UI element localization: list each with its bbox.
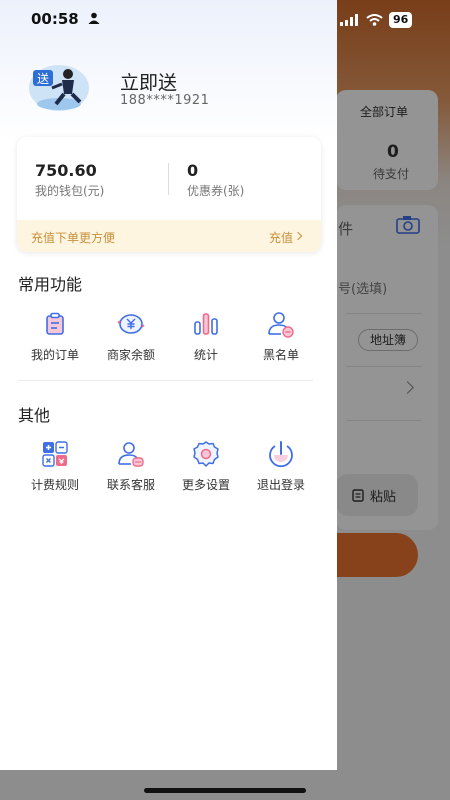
merchant-balance-button[interactable]: 商家余额 (95, 310, 167, 363)
balance-icon (117, 314, 145, 334)
wallet-balance-label[interactable]: 我的钱包(元) (35, 182, 104, 199)
common-functions-title: 常用功能 (18, 275, 83, 294)
status-indicators: 96 (340, 12, 413, 28)
pricing-rules-button[interactable]: 计费规则 (19, 440, 91, 493)
status-time: 00:58 (31, 10, 79, 28)
statistics-label: 统计 (193, 348, 218, 362)
logout-button[interactable]: 退出登录 (245, 440, 317, 493)
wifi-icon (366, 14, 383, 26)
stats-icon (194, 313, 218, 335)
more-settings-label: 更多设置 (181, 478, 230, 492)
more-settings-button[interactable]: 更多设置 (170, 440, 242, 493)
logout-label: 退出登录 (256, 478, 305, 492)
order-icon (46, 312, 64, 335)
customer-service-label: 联系客服 (106, 478, 155, 492)
battery-indicator: 96 (389, 12, 413, 28)
other-title: 其他 (18, 406, 51, 425)
person-icon (88, 12, 100, 24)
statistics-button[interactable]: 统计 (170, 310, 242, 363)
blacklist-icon (268, 312, 294, 338)
side-drawer: 00:58 送 立即送 188****1921 750.60 我的钱包(元) 0… (0, 0, 337, 770)
avatar-badge-text: 送 (37, 71, 49, 86)
calculator-icon (42, 441, 68, 467)
logout-icon (269, 441, 293, 468)
settings-icon (193, 441, 219, 467)
customer-service-button[interactable]: 联系客服 (95, 440, 167, 493)
coupon-count[interactable]: 0 (187, 161, 198, 180)
pricing-rules-label: 计费规则 (30, 478, 79, 492)
home-indicator[interactable] (144, 788, 306, 793)
wallet-card: 750.60 我的钱包(元) 0 优惠券(张) 充值下单更方便 充值 (17, 137, 321, 252)
coupon-label[interactable]: 优惠券(张) (187, 182, 244, 199)
avatar[interactable]: 送 (28, 64, 90, 112)
recharge-link[interactable]: 充值 (269, 229, 293, 246)
signal-icon (340, 14, 358, 26)
blacklist-button[interactable]: 黑名单 (245, 310, 317, 363)
merchant-balance-label: 商家余额 (106, 348, 155, 362)
my-orders-button[interactable]: 我的订单 (19, 310, 91, 363)
my-orders-label: 我的订单 (30, 348, 79, 362)
wallet-balance[interactable]: 750.60 (35, 161, 97, 180)
recharge-tip: 充值下单更方便 (31, 231, 116, 245)
chevron-right-icon (293, 231, 303, 241)
customer-service-icon (118, 442, 144, 467)
user-name: 立即送 (120, 72, 178, 94)
card-divider (168, 163, 169, 195)
section-divider (18, 380, 313, 381)
user-phone: 188****1921 (120, 93, 210, 108)
recharge-banner[interactable]: 充值下单更方便 充值 (17, 220, 321, 252)
blacklist-label: 黑名单 (262, 348, 299, 362)
